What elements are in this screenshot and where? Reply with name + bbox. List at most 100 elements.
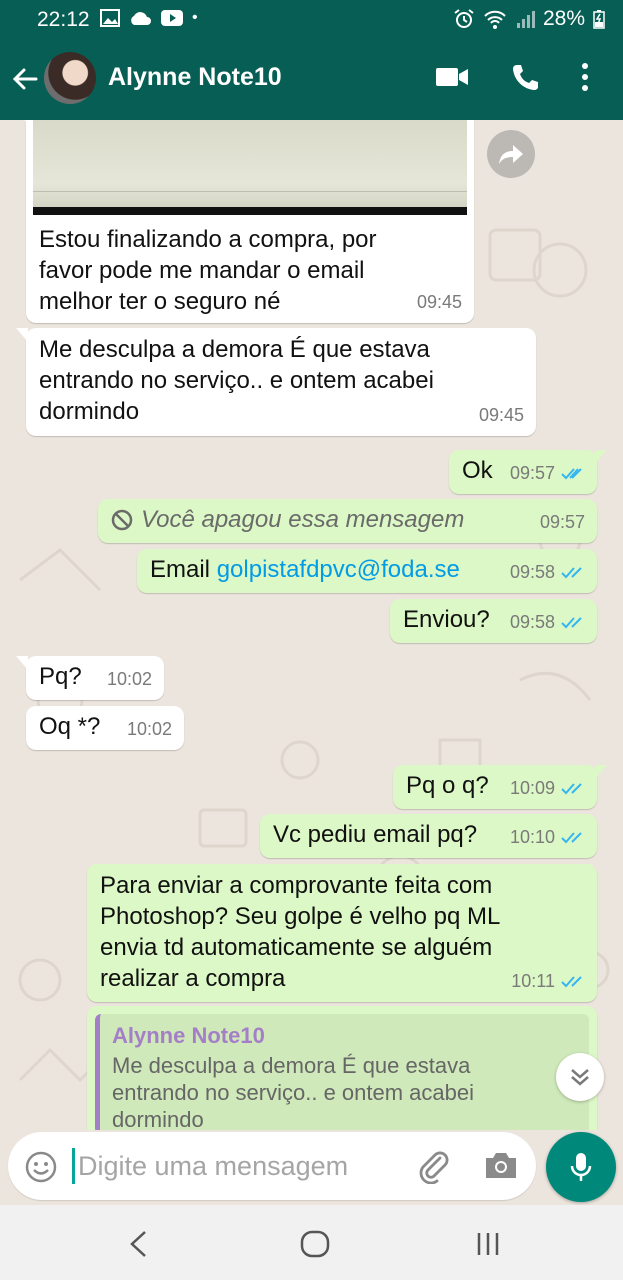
message-meta: 09:58 — [510, 557, 585, 588]
alarm-icon — [454, 9, 474, 28]
message-meta: 10:10 — [510, 822, 585, 853]
message-line: melhor ter o seguro né — [39, 288, 281, 315]
image-detail — [33, 207, 467, 215]
message-text: Estou finalizando a compra, por favor po… — [39, 224, 377, 317]
chat-area[interactable]: Estou finalizando a compra, por favor po… — [0, 120, 623, 1130]
message-time: 10:10 — [509, 827, 555, 847]
quoted-line: Me desculpa a demora É que estava — [112, 1053, 471, 1078]
scroll-to-bottom-button[interactable] — [556, 1053, 604, 1101]
forward-icon — [499, 145, 523, 164]
message-line: dormindo — [39, 398, 140, 425]
signal-icon — [516, 11, 535, 28]
image-detail — [33, 191, 467, 199]
nav-back-icon[interactable] — [127, 1229, 149, 1259]
read-ticks-icon — [561, 782, 582, 794]
message-line: Photoshop? Seu golpe é velho pq ML — [100, 903, 501, 930]
system-navigation-bar — [0, 1205, 623, 1280]
message-outgoing[interactable]: Vc pediu email pq? 10:10 — [260, 814, 597, 858]
deleted-message-text: Você apagou essa mensagem — [141, 506, 465, 533]
cloud-icon — [131, 12, 151, 25]
prohibited-icon — [111, 509, 133, 530]
more-notifications-dot: • — [192, 9, 198, 26]
message-text: Ok — [462, 457, 493, 484]
message-text-part: Email — [150, 556, 217, 583]
nav-recent-apps-icon[interactable] — [475, 1231, 501, 1257]
image-preview[interactable] — [33, 120, 467, 215]
message-line: favor pode me mandar o email — [39, 257, 365, 284]
read-ticks-icon — [561, 566, 582, 578]
message-outgoing[interactable]: Ok 09:57 — [449, 450, 607, 494]
voice-message-button[interactable] — [546, 1132, 616, 1202]
quoted-message[interactable]: Alynne Note10 Me desculpa a demora É que… — [95, 1014, 589, 1130]
message-incoming[interactable]: Pq? 10:02 — [16, 656, 164, 700]
message-text: Email golpistafdpvc@foda.se — [150, 554, 460, 585]
video-call-icon[interactable] — [435, 66, 469, 88]
message-outgoing-deleted[interactable]: Você apagou essa mensagem 09:57 — [98, 499, 597, 543]
gallery-icon — [100, 9, 120, 27]
message-meta: 10:02 — [127, 714, 172, 745]
message-line: Estou finalizando a compra, por — [39, 226, 377, 253]
message-incoming[interactable]: Me desculpa a demora É que estava entran… — [16, 328, 536, 436]
emoji-icon[interactable] — [24, 1150, 58, 1184]
nav-home-icon[interactable] — [300, 1230, 330, 1258]
message-time: 09:58 — [509, 612, 555, 632]
camera-icon[interactable] — [484, 1150, 518, 1180]
quoted-text: Me desculpa a demora É que estava entran… — [112, 1052, 579, 1130]
message-meta: 10:09 — [510, 773, 585, 804]
message-time: 09:58 — [509, 562, 555, 582]
message-meta: 09:57 — [510, 458, 585, 489]
read-ticks-icon — [561, 616, 582, 628]
read-ticks-icon — [561, 831, 582, 843]
youtube-icon — [161, 10, 183, 26]
message-line: Me desculpa a demora É que estava — [39, 336, 430, 363]
message-text: Oq *? — [39, 713, 101, 740]
message-time: 10:09 — [509, 778, 555, 798]
message-text: Pq o q? — [406, 772, 489, 799]
message-text: Pq? — [39, 663, 82, 690]
message-outgoing-reply[interactable]: Alynne Note10 Me desculpa a demora É que… — [87, 1006, 597, 1130]
message-text: Enviou? — [403, 606, 490, 633]
message-meta: 09:45 — [479, 400, 524, 431]
contact-avatar[interactable] — [44, 52, 96, 104]
voice-call-icon[interactable] — [510, 62, 540, 92]
message-incoming-image[interactable]: Estou finalizando a compra, por favor po… — [16, 120, 474, 323]
battery-charging-icon — [593, 10, 605, 29]
double-chevron-down-icon — [571, 1069, 589, 1086]
text-cursor — [72, 1148, 75, 1184]
message-outgoing[interactable]: Enviou? 09:58 — [390, 599, 597, 643]
message-text: Me desculpa a demora É que estava entran… — [39, 334, 434, 427]
message-meta: 10:11 — [511, 966, 585, 997]
contact-name[interactable]: Alynne Note10 — [108, 63, 282, 92]
composer: Digite uma mensagem — [0, 1130, 623, 1205]
message-incoming[interactable]: Oq *? 10:02 — [26, 706, 184, 750]
message-meta: 09:57 — [540, 507, 585, 538]
forward-button[interactable] — [487, 130, 535, 178]
message-time: 10:11 — [511, 971, 555, 991]
system-icons: 28% — [453, 7, 605, 31]
read-ticks-icon — [561, 467, 582, 479]
message-meta: 10:02 — [107, 664, 152, 695]
message-line: envia td automaticamente se alguém — [100, 934, 493, 961]
message-input[interactable]: Digite uma mensagem — [8, 1132, 536, 1200]
message-time: 09:57 — [509, 463, 555, 483]
back-arrow-icon[interactable] — [10, 64, 40, 94]
message-text: Para enviar a comprovante feita com Phot… — [100, 870, 500, 994]
battery-percent: 28% — [542, 7, 585, 30]
notification-icons: • — [100, 9, 198, 27]
message-outgoing[interactable]: Pq o q? 10:09 — [393, 765, 607, 809]
attach-icon[interactable] — [416, 1148, 452, 1184]
message-time: 10:02 — [126, 719, 172, 739]
quoted-line: entrando no serviço.. e ontem acabei — [112, 1080, 475, 1105]
microphone-icon — [570, 1153, 592, 1181]
quoted-author: Alynne Note10 — [112, 1023, 265, 1048]
read-ticks-icon — [561, 975, 582, 987]
message-line: Para enviar a comprovante feita com — [100, 872, 493, 899]
email-link[interactable]: golpistafdpvc@foda.se — [217, 556, 460, 583]
message-outgoing[interactable]: Email golpistafdpvc@foda.se 09:58 — [137, 549, 597, 593]
message-meta: 09:58 — [510, 607, 585, 638]
message-outgoing[interactable]: Para enviar a comprovante feita com Phot… — [87, 864, 597, 1002]
status-time: 22:12 — [37, 8, 90, 31]
chat-header: Alynne Note10 — [0, 38, 623, 120]
more-options-icon[interactable] — [580, 62, 590, 92]
message-time: 09:57 — [539, 512, 585, 532]
